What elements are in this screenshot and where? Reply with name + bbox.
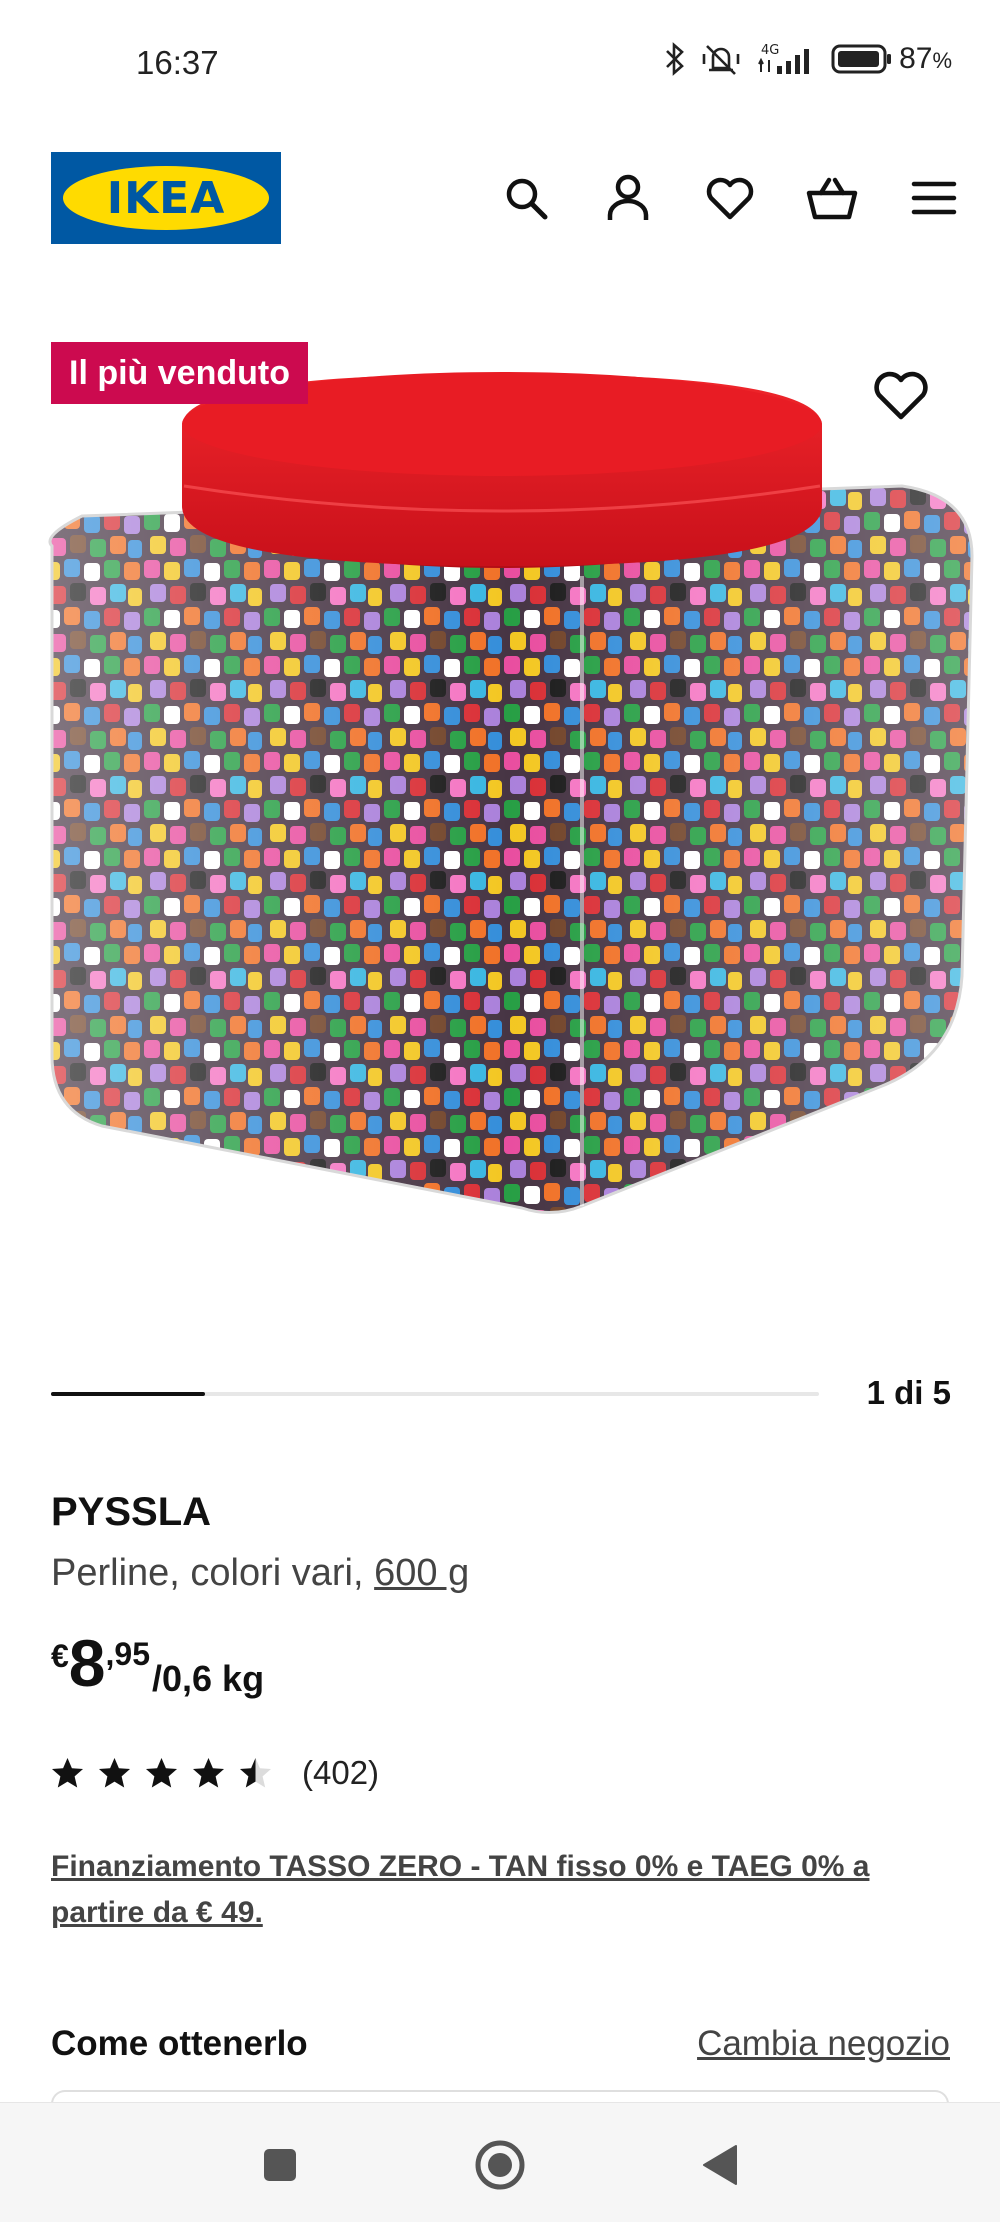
carousel-progress [51,1392,205,1396]
header-actions [498,170,962,226]
status-time: 16:37 [136,44,219,81]
signal-icon: 4G [755,42,817,76]
square-icon [262,2147,298,2188]
bestseller-badge: Il più venduto [51,342,308,404]
silent-vibrate-icon [701,42,741,76]
back-button[interactable] [692,2139,748,2195]
review-count: (402) [302,1754,380,1791]
star-icon [193,1757,224,1787]
account-icon[interactable] [600,170,656,226]
product-name: PYSSLA [51,1490,212,1534]
product-size-link[interactable]: 600 g [374,1552,469,1594]
star-icon [146,1757,177,1787]
star-icon [52,1757,83,1787]
cart-icon[interactable] [804,170,860,226]
ikea-logo[interactable]: IKEA [51,152,281,244]
price-integer: 8 [68,1626,106,1700]
product-price: € 8 ,95 /0,6 kg [51,1630,264,1700]
logo-text: IKEA [106,172,226,224]
battery-percent: 87 [899,42,933,75]
product-image-carousel[interactable]: Il più venduto [0,330,1000,1270]
rating-stars [51,1757,272,1790]
add-to-wishlist-icon[interactable] [872,366,930,424]
search-icon[interactable] [498,170,554,226]
product-description: Perline, colori vari, 600 g [51,1552,469,1595]
change-store-link[interactable]: Cambia negozio [697,2024,950,2064]
site-header: IKEA [0,140,1000,260]
recents-button[interactable] [252,2139,308,2195]
price-unit: /0,6 kg [152,1658,265,1699]
financing-link[interactable]: Finanziamento TASSO ZERO - TAN fisso 0% … [51,1844,951,1936]
bluetooth-icon [663,42,687,76]
logo-oval: IKEA [63,166,269,230]
star-icon [99,1757,130,1787]
carousel-indicator: 1 di 5 [51,1374,951,1414]
price-currency: € [51,1638,69,1674]
back-triangle-icon [700,2143,740,2192]
product-image [48,372,974,1214]
status-icons: 4G 87% [663,42,952,76]
network-label: 4G [761,43,779,58]
battery-unit: % [932,48,952,73]
star-icon [240,1757,271,1787]
home-button[interactable] [472,2139,528,2195]
battery-icon: 87% [831,42,952,76]
carousel-counter: 1 di 5 [866,1374,951,1411]
product-description-text: Perline, colori vari, [51,1552,375,1594]
carousel-track[interactable] [51,1392,819,1396]
menu-icon[interactable] [906,170,962,226]
product-rating[interactable]: (402) [51,1754,379,1792]
wishlist-icon[interactable] [702,170,758,226]
availability-title: Come ottenerlo [51,2024,308,2063]
battery-level: 87% [899,42,952,76]
status-bar: 16:37 4G 87% [0,0,1000,130]
system-nav-bar [0,2102,1000,2222]
price-decimal: ,95 [105,1636,150,1672]
home-circle-icon [474,2139,526,2196]
